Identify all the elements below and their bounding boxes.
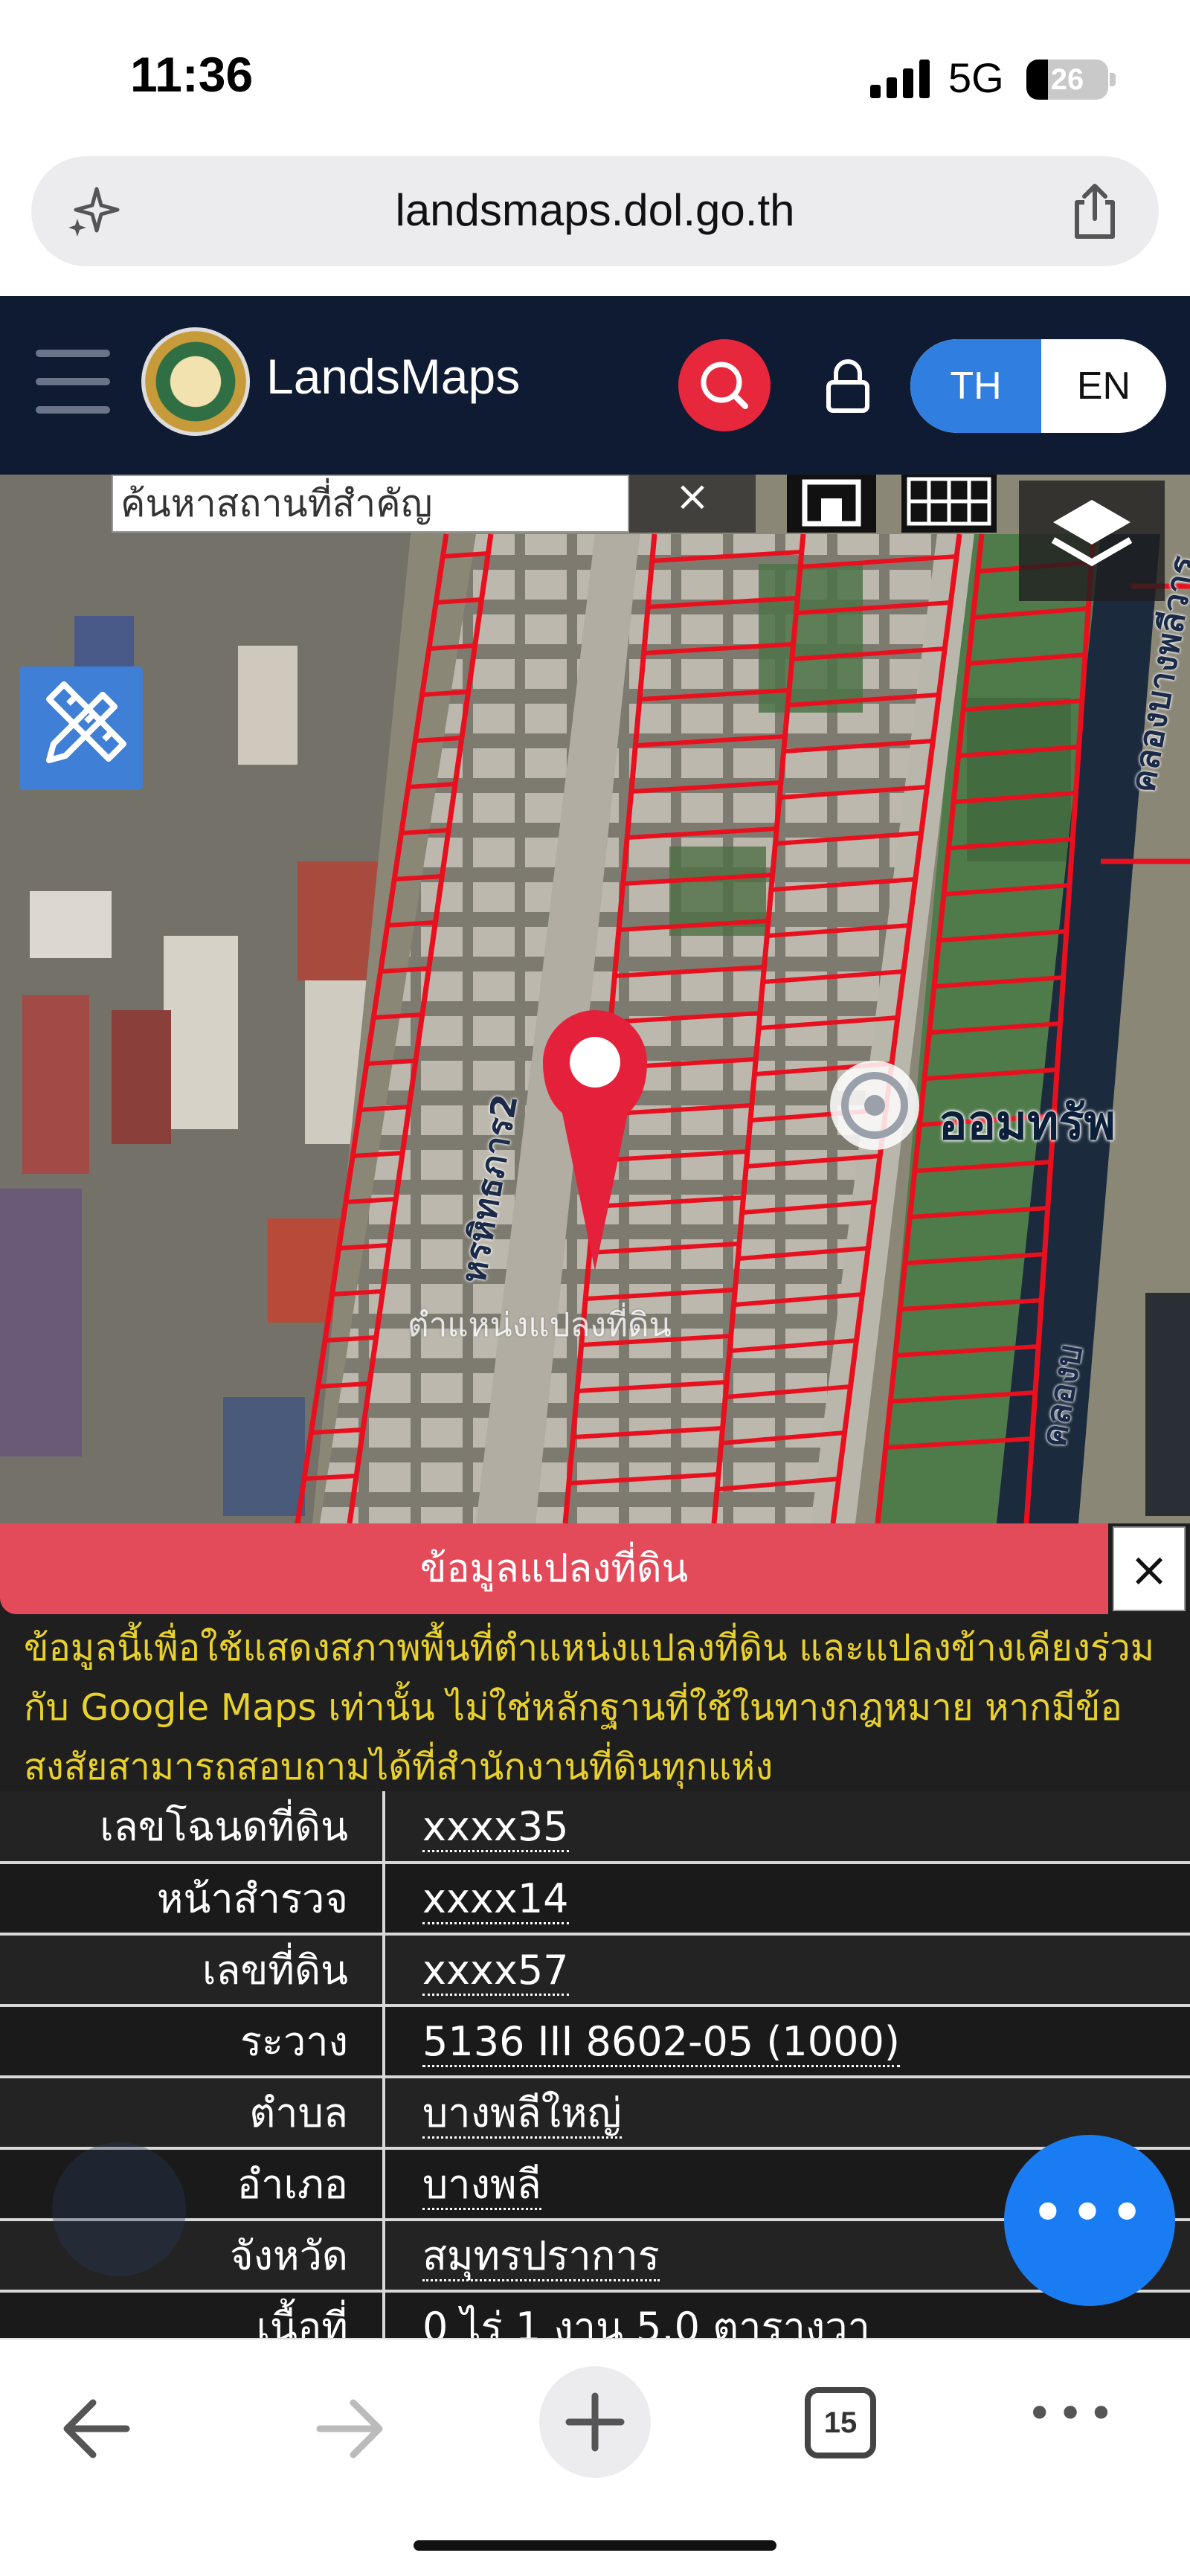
new-tab-button[interactable] (539, 2366, 651, 2478)
disclaimer-text: ข้อมูลนี้เพื่อใช้แสดงสภาพพื้นที่ตำแหน่งแ… (24, 1627, 1155, 1788)
row-value: 5136 III 8602-05 (1000) (422, 2017, 900, 2067)
row-label: เลขที่ดิน (0, 1934, 385, 2005)
lang-en-button[interactable]: EN (1041, 339, 1166, 433)
clear-search-button[interactable]: × (629, 475, 756, 533)
poi-label[interactable]: ออมทรัพ (939, 1085, 1116, 1160)
search-button[interactable] (678, 339, 771, 431)
more-options-fab[interactable]: ••• (1004, 2135, 1175, 2306)
parcel-line (435, 597, 482, 605)
panel-title: ข้อมูลแปลงที่ดิน (0, 1523, 1108, 1614)
search-icon (701, 362, 748, 409)
hamburger-menu-icon[interactable] (36, 350, 110, 414)
table-row: เลขโฉนดที่ดิน xxxx35 (0, 1791, 1190, 1863)
table-row: ระวาง 5136 III 8602-05 (1000) (0, 2005, 1190, 2077)
grid-icon (907, 477, 991, 526)
share-icon[interactable] (1064, 180, 1126, 242)
row-value: บางพลี (422, 2161, 541, 2210)
cellular-signal-icon (870, 60, 930, 98)
home-indicator (414, 2540, 776, 2551)
pin-label: ตำแหน่งแปลงที่ดิน (408, 1306, 672, 1344)
row-value-cell: xxxx35 (384, 1791, 1190, 1863)
row-value: xxxx35 (422, 1802, 569, 1852)
table-row: เลขที่ดิน xxxx57 (0, 1934, 1190, 2005)
lock-icon[interactable] (824, 356, 872, 415)
status-bar: 11:36 5G 26 (0, 0, 1190, 149)
row-value: xxxx57 (422, 1946, 569, 1996)
layers-button[interactable] (1019, 481, 1165, 601)
tabs-count-button[interactable]: 15 (805, 2387, 876, 2458)
address-bar[interactable]: landsmaps.dol.go.th (31, 156, 1159, 266)
fab-dots-icon: ••• (1030, 2178, 1149, 2247)
more-menu-button[interactable]: ••• (1026, 2392, 1116, 2451)
pencil-ruler-icon (46, 681, 126, 763)
status-time: 11:36 (130, 47, 254, 102)
battery-icon: 26 (1026, 60, 1108, 100)
row-label: ตำบล (0, 2077, 385, 2148)
info-button[interactable] (52, 2142, 186, 2276)
parcel-line (332, 1289, 383, 1297)
parcel-line (387, 920, 436, 928)
poi-marker-icon[interactable] (830, 1061, 919, 1150)
parcel-line (380, 966, 429, 974)
parcel-line (338, 1243, 390, 1250)
row-label: หน้าสำรวจ (0, 1863, 385, 1934)
network-type: 5G (948, 54, 1004, 101)
row-value-cell: xxxx57 (384, 1934, 1190, 2005)
row-label: เนื้อที่ (0, 2291, 385, 2338)
row-value: บางพลีใหญ่ (422, 2090, 622, 2139)
parcel-line (415, 736, 462, 743)
dol-logo (141, 327, 250, 436)
app-header: LandsMaps TH EN (0, 296, 1190, 475)
row-label: ระวาง (0, 2005, 385, 2077)
table-row: หน้าสำรวจ xxxx14 (0, 1863, 1190, 1934)
building-icon (802, 479, 861, 527)
url-text[interactable]: landsmaps.dol.go.th (31, 184, 1159, 236)
parcel-line (366, 1059, 416, 1066)
panel-close-button[interactable]: × (1113, 1526, 1186, 1611)
parcel-line (324, 1335, 376, 1343)
parcel-line (318, 1381, 370, 1389)
layers-icon (1051, 500, 1133, 567)
parcel-line (353, 1151, 402, 1158)
satellite-map[interactable]: × (0, 475, 1190, 1523)
building-tool-button[interactable] (787, 475, 876, 533)
forward-arrow-icon[interactable] (290, 2369, 409, 2488)
parcel-line (359, 1105, 409, 1112)
parcel-line (443, 551, 488, 559)
row-value-cell: xxxx14 (384, 1863, 1190, 1934)
row-value: 0 ไร่ 1 งาน 5.0 ตารางวา (422, 2304, 870, 2338)
map-search-input[interactable] (113, 476, 628, 531)
language-toggle[interactable]: TH EN (910, 339, 1166, 433)
browser-toolbar: 15 ••• (0, 2338, 1190, 2576)
row-value: สมุทรปราการ (422, 2232, 660, 2281)
parcel-line (422, 690, 469, 697)
parcel-line (394, 874, 442, 881)
parcel-line (311, 1427, 363, 1435)
map-imagery (0, 475, 1190, 1523)
battery-percent: 26 (1050, 63, 1084, 96)
parcel-line (373, 1012, 422, 1020)
parcel-line (428, 643, 475, 651)
grid-tool-button[interactable] (901, 475, 997, 533)
plus-icon (565, 2392, 625, 2452)
measure-tool-button[interactable] (19, 667, 143, 790)
row-value-cell: 5136 III 8602-05 (1000) (384, 2005, 1190, 2077)
row-label: เลขโฉนดที่ดิน (0, 1791, 385, 1863)
parcel-line (345, 1197, 396, 1204)
parcel-line (303, 1474, 356, 1481)
parcel-line (401, 828, 448, 835)
lang-th-button[interactable]: TH (910, 339, 1041, 433)
map-search-box[interactable] (112, 475, 629, 533)
back-arrow-icon[interactable] (37, 2369, 156, 2488)
parcel-line (408, 782, 455, 789)
brand-name: LandsMaps (266, 349, 521, 404)
battery-tip (1110, 73, 1116, 86)
row-value: xxxx14 (422, 1875, 569, 1924)
